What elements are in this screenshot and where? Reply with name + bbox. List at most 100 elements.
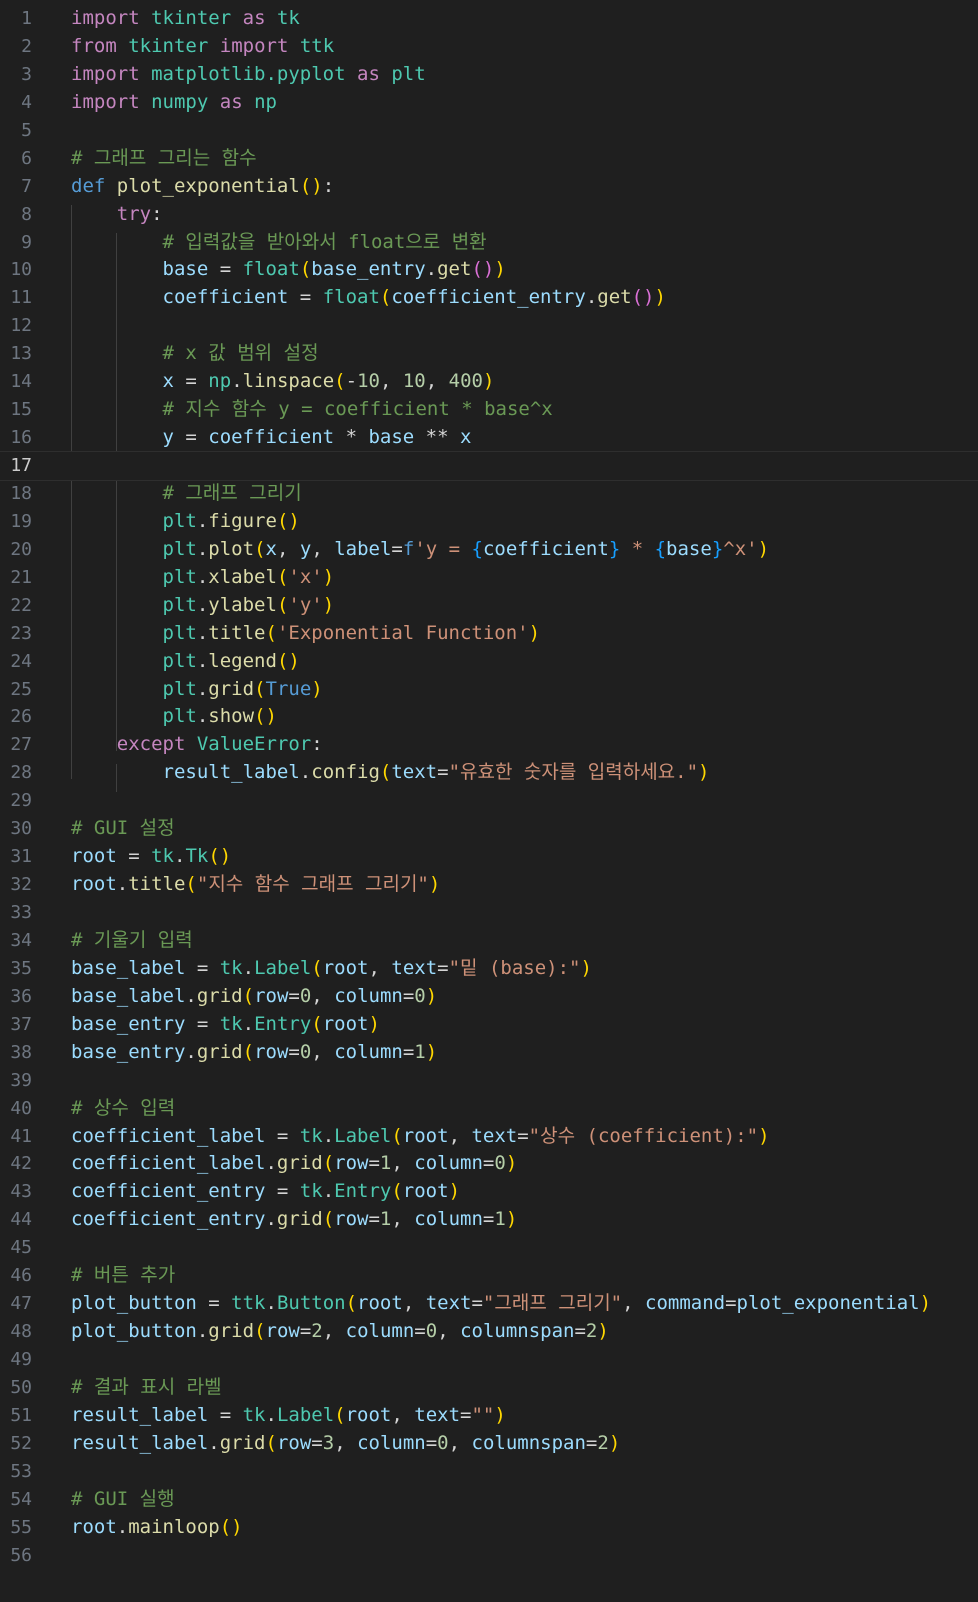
code-token: . xyxy=(265,1403,277,1426)
code-token: () xyxy=(219,1515,243,1538)
code-line[interactable]: 52 result_label.grid(row=3, column=0, col… xyxy=(0,1430,978,1458)
code-line[interactable]: 42 coefficient_label.grid(row=1, column=0… xyxy=(0,1150,978,1178)
code-line[interactable]: 28 result_label.config(text="유효한 숫자를 입력하… xyxy=(0,759,978,787)
code-line[interactable]: 12 xyxy=(0,312,978,340)
code-line[interactable]: 36 base_label.grid(row=0, column=0) xyxy=(0,983,978,1011)
code-line[interactable]: 22 plt.ylabel('y') xyxy=(0,592,978,620)
code-token: mainloop xyxy=(128,1515,220,1538)
code-token: 2 xyxy=(597,1431,609,1454)
code-token: ( xyxy=(322,1152,335,1175)
code-text: # 그래프 그리기 xyxy=(71,480,302,508)
code-line[interactable]: 30 # GUI 설정 xyxy=(0,815,978,843)
code-token: 0 xyxy=(299,984,312,1007)
code-token: x xyxy=(162,370,174,393)
code-token: Button xyxy=(276,1292,346,1315)
code-line[interactable]: 39 xyxy=(0,1067,978,1095)
code-line[interactable]: 50 # 결과 표시 라벨 xyxy=(0,1374,978,1402)
code-line[interactable]: 37 base_entry = tk.Entry(root) xyxy=(0,1011,978,1039)
code-line[interactable]: 5 xyxy=(0,117,978,145)
code-token: root xyxy=(402,1124,449,1147)
code-line[interactable]: 48 plot_button.grid(row=2, column=0, colu… xyxy=(0,1318,978,1346)
code-line[interactable]: 27 except ValueError: xyxy=(0,731,978,759)
code-line[interactable]: 53 xyxy=(0,1458,978,1486)
code-token: . xyxy=(242,1012,255,1035)
code-line[interactable]: 14 x = np.linspace(-10, 10, 400) xyxy=(0,368,978,396)
code-line[interactable]: 26 plt.show() xyxy=(0,703,978,731)
code-line[interactable]: 10 base = float(base_entry.get()) xyxy=(0,256,978,284)
code-line[interactable]: 51 result_label = tk.Label(root, text="") xyxy=(0,1402,978,1430)
code-token: = xyxy=(585,1431,598,1454)
code-line[interactable]: 18 # 그래프 그리기 xyxy=(0,480,978,508)
code-line[interactable]: 4 import numpy as np xyxy=(0,89,978,117)
code-line[interactable]: 3 import matplotlib.pyplot as plt xyxy=(0,61,978,89)
code-line[interactable]: 9 # 입력값을 받아와서 float으로 변환 xyxy=(0,229,978,257)
code-token: coefficient xyxy=(162,286,289,309)
code-text: import tkinter as tk xyxy=(71,5,300,33)
code-line[interactable]: 45 xyxy=(0,1234,978,1262)
code-token: from xyxy=(71,34,117,57)
code-line[interactable]: 13 # x 값 범위 설정 xyxy=(0,340,978,368)
code-line[interactable]: 44 coefficient_entry.grid(row=1, column=1… xyxy=(0,1206,978,1234)
line-number: 29 xyxy=(10,790,32,812)
code-line[interactable]: 32 root.title("지수 함수 그래프 그리기") xyxy=(0,871,978,899)
code-line[interactable]: 31 root = tk.Tk() xyxy=(0,843,978,871)
line-number: 48 xyxy=(10,1321,32,1343)
line-number: 39 xyxy=(10,1069,32,1091)
code-line[interactable]: 55 root.mainloop() xyxy=(0,1514,978,1542)
code-token: , xyxy=(391,1152,415,1175)
code-line[interactable]: 7 def plot_exponential(): xyxy=(0,173,978,201)
code-line[interactable]: 38 base_entry.grid(row=0, column=1) xyxy=(0,1039,978,1067)
code-token: { xyxy=(471,537,483,560)
code-line[interactable]: 17 xyxy=(0,451,978,481)
code-line[interactable]: 41 coefficient_label = tk.Label(root, tex… xyxy=(0,1123,978,1151)
code-token: . xyxy=(173,845,186,868)
code-token: tk xyxy=(299,1180,323,1203)
code-token: ttk xyxy=(299,34,335,57)
code-token: "밑 (base):" xyxy=(448,956,581,979)
code-line[interactable]: 2 from tkinter import ttk xyxy=(0,33,978,61)
code-line[interactable]: 40 # 상수 입력 xyxy=(0,1095,978,1123)
code-token: ) xyxy=(758,1124,770,1147)
code-line[interactable]: 19 plt.figure() xyxy=(0,508,978,536)
code-token: grid xyxy=(196,1040,243,1063)
code-token: plt xyxy=(162,537,197,560)
code-token: title xyxy=(208,621,266,644)
code-line[interactable]: 21 plt.xlabel('x') xyxy=(0,564,978,592)
code-line[interactable]: 1 import tkinter as tk xyxy=(0,5,978,33)
code-token: () xyxy=(276,649,300,672)
code-line[interactable]: 20 plt.plot(x, y, label=f'y = {coefficie… xyxy=(0,536,978,564)
code-token: ( xyxy=(185,873,197,896)
code-token: ) xyxy=(482,370,495,393)
code-token: ) xyxy=(608,1431,621,1454)
code-token: , xyxy=(322,1320,346,1343)
code-line[interactable]: 46 # 버튼 추가 xyxy=(0,1262,978,1290)
code-text: # 기울기 입력 xyxy=(71,927,193,955)
code-line[interactable]: 8 try: xyxy=(0,201,978,229)
code-token: , xyxy=(334,1431,358,1454)
code-line[interactable]: 35 base_label = tk.Label(root, text="밑 (b… xyxy=(0,955,978,983)
code-text: # GUI 설정 xyxy=(71,815,175,843)
code-token: 1 xyxy=(379,1152,392,1175)
code-token: . xyxy=(196,593,209,616)
code-line[interactable]: 25 plt.grid(True) xyxy=(0,676,978,704)
code-editor[interactable]: 1 import tkinter as tk 2 from tkinter impor… xyxy=(0,0,978,1602)
code-line[interactable]: 33 xyxy=(0,899,978,927)
code-line[interactable]: 34 # 기울기 입력 xyxy=(0,927,978,955)
code-line[interactable]: 29 xyxy=(0,787,978,815)
code-line[interactable]: 24 plt.legend() xyxy=(0,648,978,676)
code-token: True xyxy=(265,677,312,700)
code-line[interactable]: 47 plot_button = ttk.Button(root, text="그… xyxy=(0,1290,978,1318)
code-line[interactable]: 49 xyxy=(0,1346,978,1374)
code-line[interactable]: 15 # 지수 함수 y = coefficient * base^x xyxy=(0,396,978,424)
code-line[interactable]: 6 # 그래프 그리는 함수 xyxy=(0,145,978,173)
code-line[interactable]: 56 xyxy=(0,1542,978,1570)
line-number: 18 xyxy=(10,482,32,504)
code-line[interactable]: 43 coefficient_entry = tk.Entry(root) xyxy=(0,1178,978,1206)
code-line[interactable]: 23 plt.title('Exponential Function') xyxy=(0,620,978,648)
code-line[interactable]: 11 coefficient = float(coefficient_entry… xyxy=(0,284,978,312)
code-line[interactable]: 54 # GUI 실행 xyxy=(0,1486,978,1514)
code-line[interactable]: 16 y = coefficient * base ** x xyxy=(0,424,978,452)
